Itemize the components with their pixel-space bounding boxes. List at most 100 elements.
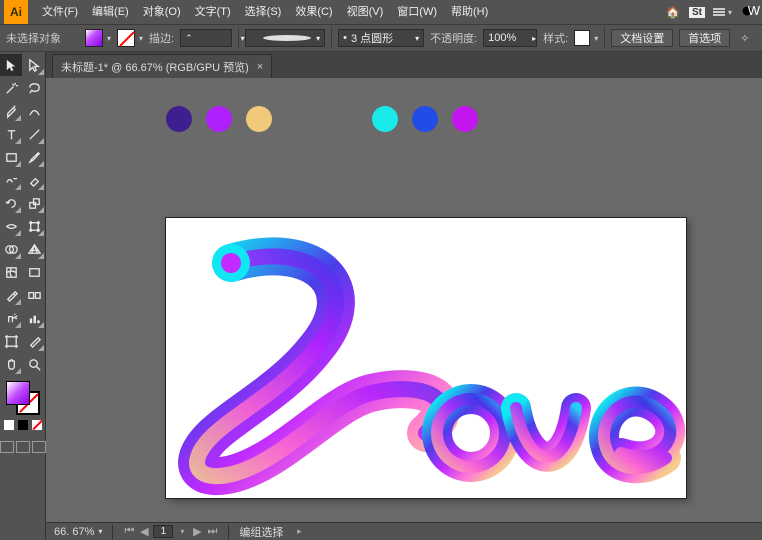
artboard-next[interactable]: ▶ bbox=[191, 525, 203, 538]
artboard-navigator: ⏮ ◀ ▾ ▶ ⏭ bbox=[123, 525, 218, 538]
menu-bar: Ai 文件(F) 编辑(E) 对象(O) 文字(T) 选择(S) 效果(C) 视… bbox=[0, 0, 762, 24]
options-bar: 未选择对象 ▾ ▾ 描边: ⌃▾ ▾ • 3 点圆形▾ 不透明度: ▸ 样式: … bbox=[0, 24, 762, 52]
fill-proxy[interactable] bbox=[6, 381, 30, 405]
variable-width-profile[interactable]: ▾ bbox=[245, 29, 325, 47]
stroke-width-input[interactable] bbox=[197, 32, 237, 44]
document-setup-button[interactable]: 文档设置 bbox=[611, 29, 673, 47]
style-label: 样式: bbox=[543, 30, 568, 46]
opacity-label: 不透明度: bbox=[430, 30, 477, 46]
no-selection-label: 未选择对象 bbox=[6, 30, 61, 46]
menu-help[interactable]: 帮助(H) bbox=[445, 0, 494, 24]
fill-swatch[interactable] bbox=[85, 29, 103, 47]
graphic-style-swatch[interactable] bbox=[574, 30, 590, 46]
swatch-dot[interactable] bbox=[206, 106, 232, 132]
canvas[interactable] bbox=[46, 78, 762, 522]
panel-toggle-icon[interactable]: ✧ bbox=[736, 32, 753, 45]
stock-badge[interactable]: St bbox=[689, 7, 705, 18]
tool-mesh[interactable] bbox=[0, 261, 22, 283]
workspace-switcher[interactable]: ▾ bbox=[713, 8, 732, 17]
tool-free-transform[interactable] bbox=[23, 215, 45, 237]
selection-status-label: 编组选择 bbox=[239, 524, 283, 540]
color-mode-none[interactable] bbox=[31, 419, 43, 431]
color-mode-solid[interactable] bbox=[3, 419, 15, 431]
tool-slice[interactable] bbox=[23, 330, 45, 352]
menu-edit[interactable]: 编辑(E) bbox=[86, 0, 135, 24]
tool-magic-wand[interactable] bbox=[0, 77, 22, 99]
brush-definition[interactable]: • 3 点圆形▾ bbox=[338, 29, 424, 47]
window-edge-letter: W bbox=[748, 3, 760, 18]
tool-zoom[interactable] bbox=[23, 353, 45, 375]
tool-width[interactable] bbox=[0, 215, 22, 237]
artboard-prev[interactable]: ◀ bbox=[138, 525, 150, 538]
tool-direct-selection[interactable] bbox=[23, 54, 45, 76]
zoom-value: 66. 67% bbox=[54, 526, 94, 538]
menu-window[interactable]: 窗口(W) bbox=[391, 0, 443, 24]
tool-shape-builder[interactable] bbox=[0, 238, 22, 260]
draw-mode-inside[interactable] bbox=[32, 441, 46, 453]
status-bar: 66. 67% ▾ ⏮ ◀ ▾ ▶ ⏭ 编组选择 ▸ bbox=[46, 522, 762, 540]
document-tabstrip: 未标题-1* @ 66.67% (RGB/GPU 预览) × bbox=[46, 52, 762, 78]
tool-rectangle[interactable] bbox=[0, 146, 22, 168]
opacity-field[interactable]: ▸ bbox=[483, 29, 537, 47]
canvas-swatch-row bbox=[166, 106, 478, 132]
tool-artboard[interactable] bbox=[0, 330, 22, 352]
swatch-dot[interactable] bbox=[246, 106, 272, 132]
fill-swatch-caret[interactable]: ▾ bbox=[107, 34, 111, 43]
tool-blend[interactable] bbox=[23, 284, 45, 306]
fill-stroke-control[interactable] bbox=[0, 381, 45, 453]
stroke-swatch-caret[interactable]: ▾ bbox=[139, 34, 143, 43]
stroke-swatch[interactable] bbox=[117, 29, 135, 47]
document-tab-close[interactable]: × bbox=[257, 61, 263, 73]
tool-scale[interactable] bbox=[23, 192, 45, 214]
artboard-number-input[interactable] bbox=[153, 525, 173, 538]
tool-line-segment[interactable] bbox=[23, 123, 45, 145]
selection-status-caret[interactable]: ▸ bbox=[293, 526, 305, 537]
stroke-label: 描边: bbox=[149, 30, 174, 46]
artboard-first[interactable]: ⏮ bbox=[123, 525, 135, 538]
artboard-last[interactable]: ⏭ bbox=[206, 525, 218, 538]
main-area: 未标题-1* @ 66.67% (RGB/GPU 预览) × bbox=[0, 52, 762, 540]
zoom-field[interactable]: 66. 67% ▾ bbox=[54, 526, 102, 538]
tool-pen[interactable] bbox=[0, 100, 22, 122]
artboard-number-caret[interactable]: ▾ bbox=[176, 527, 188, 536]
brush-definition-label: 3 点圆形 bbox=[351, 30, 393, 46]
tool-type[interactable] bbox=[0, 123, 22, 145]
preferences-button[interactable]: 首选项 bbox=[679, 29, 730, 47]
swatch-dot[interactable] bbox=[452, 106, 478, 132]
menu-select[interactable]: 选择(S) bbox=[239, 0, 288, 24]
tool-hand[interactable] bbox=[0, 353, 22, 375]
tool-gradient[interactable] bbox=[23, 261, 45, 283]
tool-paintbrush[interactable] bbox=[23, 146, 45, 168]
artboard[interactable] bbox=[166, 218, 686, 498]
tool-curvature[interactable] bbox=[23, 100, 45, 122]
document-tab-title: 未标题-1* @ 66.67% (RGB/GPU 预览) bbox=[61, 59, 249, 75]
tool-rotate[interactable] bbox=[0, 192, 22, 214]
document-tab[interactable]: 未标题-1* @ 66.67% (RGB/GPU 预览) × bbox=[52, 54, 272, 78]
tool-perspective-grid[interactable] bbox=[23, 238, 45, 260]
toolbox bbox=[0, 52, 46, 540]
draw-mode-behind[interactable] bbox=[16, 441, 30, 453]
swatch-dot[interactable] bbox=[412, 106, 438, 132]
tool-column-graph[interactable] bbox=[23, 307, 45, 329]
menu-effect[interactable]: 效果(C) bbox=[289, 0, 338, 24]
stroke-width-field[interactable]: ⌃▾ bbox=[180, 29, 232, 47]
tool-eyedropper[interactable] bbox=[0, 284, 22, 306]
opacity-input[interactable] bbox=[488, 32, 528, 44]
color-mode-gradient[interactable] bbox=[17, 419, 29, 431]
menu-object[interactable]: 对象(O) bbox=[137, 0, 187, 24]
tool-shaper[interactable] bbox=[0, 169, 22, 191]
tool-eraser[interactable] bbox=[23, 169, 45, 191]
tool-lasso[interactable] bbox=[23, 77, 45, 99]
swatch-dot[interactable] bbox=[372, 106, 398, 132]
tool-symbol-sprayer[interactable] bbox=[0, 307, 22, 329]
swatch-dot[interactable] bbox=[166, 106, 192, 132]
draw-mode-normal[interactable] bbox=[0, 441, 14, 453]
document-area: 未标题-1* @ 66.67% (RGB/GPU 预览) × bbox=[46, 52, 762, 540]
artwork-love bbox=[166, 218, 686, 498]
home-icon[interactable]: 🏠 bbox=[665, 4, 681, 20]
menu-type[interactable]: 文字(T) bbox=[189, 0, 237, 24]
tool-selection[interactable] bbox=[0, 54, 22, 76]
menu-view[interactable]: 视图(V) bbox=[341, 0, 390, 24]
menu-file[interactable]: 文件(F) bbox=[36, 0, 84, 24]
graphic-style-caret[interactable]: ▾ bbox=[594, 34, 598, 43]
